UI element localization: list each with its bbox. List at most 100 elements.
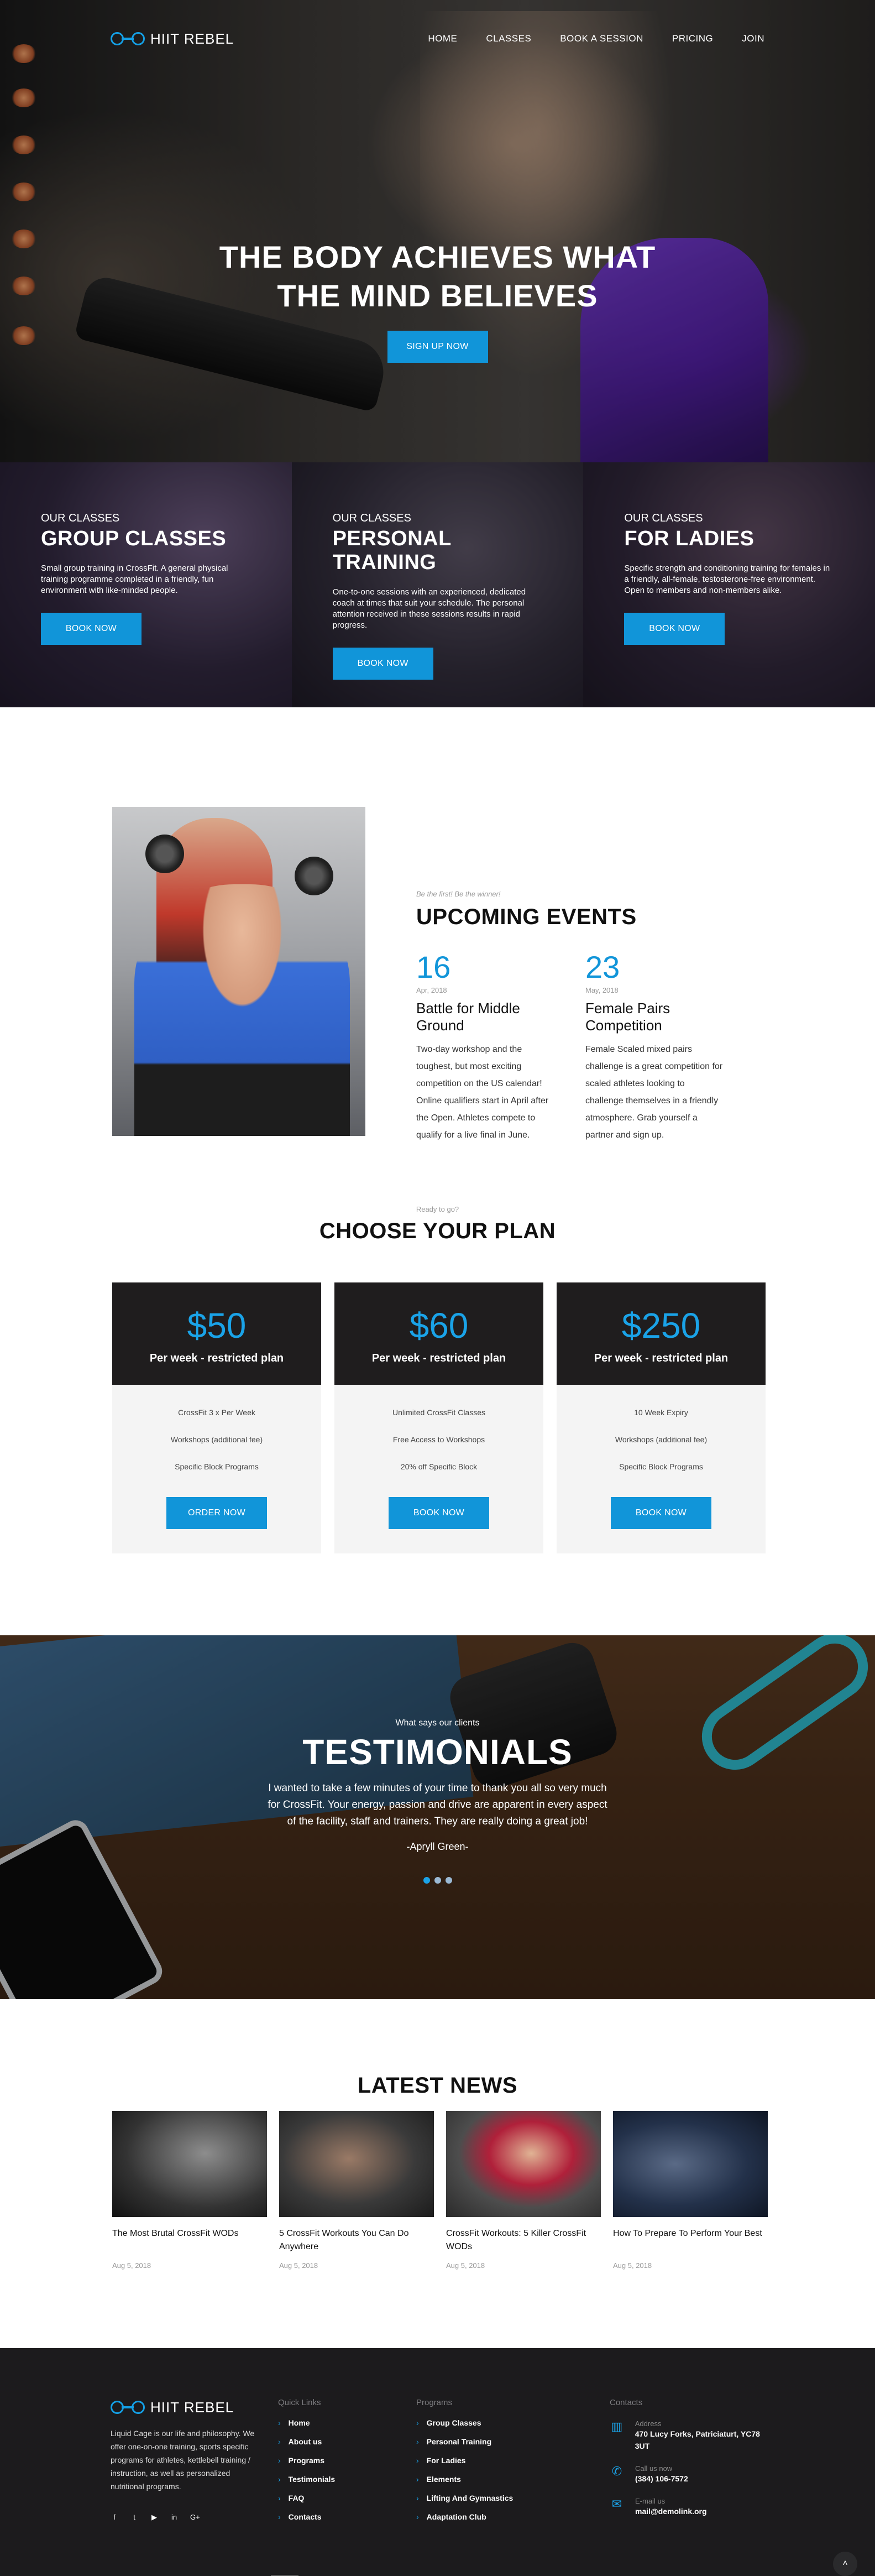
carousel-dot[interactable] xyxy=(445,1877,452,1884)
hero-title: THE BODY ACHIEVES WHAT THE MIND BELIEVES xyxy=(0,238,875,315)
book-now-button[interactable]: BOOK NOW xyxy=(389,1497,489,1529)
event-item: 16 Apr, 2018 Battle for Middle Ground Tw… xyxy=(416,952,554,1144)
back-to-top-button[interactable]: ˄ xyxy=(833,2552,857,2576)
order-now-button[interactable]: ORDER NOW xyxy=(166,1497,267,1529)
testimonials-title: TESTIMONIALS xyxy=(302,1732,573,1772)
classes-section: OUR CLASSES GROUP CLASSES Small group tr… xyxy=(0,462,875,707)
class-card-group: OUR CLASSES GROUP CLASSES Small group tr… xyxy=(0,462,292,707)
news-image[interactable] xyxy=(446,2111,601,2217)
plans-header: Ready to go? CHOOSE YOUR PLAN xyxy=(0,1205,875,1244)
footer-link[interactable]: › For Ladies xyxy=(416,2456,513,2475)
footer-link[interactable]: › Contacts xyxy=(278,2512,335,2531)
footer-link[interactable]: › FAQ xyxy=(278,2494,335,2512)
plans-title: CHOOSE YOUR PLAN xyxy=(319,1219,556,1243)
chevron-right-icon: › xyxy=(278,2475,281,2484)
news-title-link[interactable]: The Most Brutal CrossFit WODs xyxy=(112,2227,267,2254)
footer-programs: Programs › Group Classes › Personal Traini… xyxy=(416,2398,513,2531)
events-title: UPCOMING EVENTS xyxy=(416,905,637,929)
book-for-ladies-button[interactable]: BOOK NOW xyxy=(624,613,725,645)
nav-item-join[interactable]: JOIN xyxy=(742,33,764,44)
news-title-link[interactable]: How To Prepare To Perform Your Best xyxy=(613,2227,768,2254)
footer-link[interactable]: › Lifting And Gymnastics xyxy=(416,2494,513,2512)
news-title-link[interactable]: 5 CrossFit Workouts You Can Do Anywhere xyxy=(279,2227,434,2254)
brand-name: HIIT REBEL xyxy=(150,30,234,47)
brand-name: HIIT REBEL xyxy=(150,2398,234,2416)
contacts-heading: Contacts xyxy=(610,2398,643,2407)
testimonial-content: What says our clients TESTIMONIALS I wan… xyxy=(0,1718,875,1884)
plan-feature: Specific Block Programs xyxy=(619,1462,703,1471)
sign-up-button[interactable]: SIGN UP NOW xyxy=(387,331,488,363)
book-group-classes-button[interactable]: BOOK NOW xyxy=(41,613,142,645)
footer-about-text: Liquid Cage is our life and philosophy. … xyxy=(111,2429,255,2491)
class-description: One-to-one sessions with an experienced,… xyxy=(332,587,526,630)
email-link[interactable]: mail@demolink.org xyxy=(635,2505,707,2517)
contact-email: ✉ E-mail us mail@demolink.org xyxy=(610,2497,776,2517)
chevron-right-icon: › xyxy=(278,2512,281,2521)
chevron-right-icon: › xyxy=(416,2475,419,2484)
twitter-icon[interactable]: t xyxy=(130,2513,138,2522)
news-card[interactable]: The Most Brutal CrossFit WODs Aug 5, 201… xyxy=(112,2111,267,2270)
footer-link[interactable]: › Group Classes xyxy=(416,2418,513,2437)
chevron-right-icon: › xyxy=(278,2456,281,2465)
plan-features: Unlimited CrossFit Classes Free Access t… xyxy=(334,1385,543,1489)
footer-link[interactable]: › Testimonials xyxy=(278,2475,335,2494)
book-now-button[interactable]: BOOK NOW xyxy=(611,1497,711,1529)
class-description: Small group training in CrossFit. A gene… xyxy=(41,564,228,595)
news-date: Aug 5, 2018 xyxy=(112,2261,151,2270)
google-plus-icon[interactable]: G+ xyxy=(190,2513,200,2522)
plan-feature: 20% off Specific Block xyxy=(400,1462,478,1471)
footer-link[interactable]: › Home xyxy=(278,2418,335,2437)
testimonials-section: What says our clients TESTIMONIALS I wan… xyxy=(0,1635,875,1999)
linkedin-icon[interactable]: in xyxy=(170,2513,178,2522)
chevron-right-icon: › xyxy=(416,2437,419,2446)
news-image[interactable] xyxy=(279,2111,434,2217)
class-eyebrow: OUR CLASSES xyxy=(332,512,411,524)
class-card-personal: OUR CLASSES PERSONAL TRAINING One-to-one… xyxy=(291,462,584,707)
hero-content: THE BODY ACHIEVES WHAT THE MIND BELIEVES… xyxy=(0,238,875,363)
news-header: LATEST NEWS xyxy=(0,2068,875,2098)
news-image[interactable] xyxy=(112,2111,267,2217)
nav-item-pricing[interactable]: PRICING xyxy=(672,33,713,44)
chevron-up-icon: ˄ xyxy=(842,2559,848,2568)
nav-item-home[interactable]: HOME xyxy=(428,33,457,44)
carousel-dot[interactable] xyxy=(434,1877,441,1884)
nav-item-classes[interactable]: CLASSES xyxy=(486,33,531,44)
event-name[interactable]: Battle for Middle Ground xyxy=(416,1000,554,1034)
hero-section: HIIT REBEL HOME CLASSES BOOK A SESSION P… xyxy=(0,0,875,462)
contact-phone: ✆ Call us now (384) 106-7572 xyxy=(610,2464,776,2485)
news-card[interactable]: CrossFit Workouts: 5 Killer CrossFit WOD… xyxy=(446,2111,601,2270)
event-month: May, 2018 xyxy=(585,986,619,994)
news-title-link[interactable]: CrossFit Workouts: 5 Killer CrossFit WOD… xyxy=(446,2227,601,2254)
class-card-ladies: OUR CLASSES FOR LADIES Specific strength… xyxy=(583,462,875,707)
chevron-right-icon: › xyxy=(416,2494,419,2502)
news-card[interactable]: 5 CrossFit Workouts You Can Do Anywhere … xyxy=(279,2111,434,2270)
facebook-icon[interactable]: f xyxy=(111,2513,118,2522)
phone-icon: ✆ xyxy=(611,2464,622,2478)
nav-item-book-a-session[interactable]: BOOK A SESSION xyxy=(560,33,643,44)
hero-title-line-2: THE MIND BELIEVES xyxy=(277,278,598,313)
plan-card: $50 Per week - restricted plan CrossFit … xyxy=(112,1282,321,1553)
news-date: Aug 5, 2018 xyxy=(279,2261,318,2270)
footer: HIIT REBEL Liquid Cage is our life and p… xyxy=(0,2348,875,2576)
carousel-dot[interactable] xyxy=(423,1877,430,1884)
footer-link[interactable]: › Elements xyxy=(416,2475,513,2494)
plan-feature: CrossFit 3 x Per Week xyxy=(178,1408,255,1417)
brand-logo[interactable]: HIIT REBEL xyxy=(111,29,234,48)
footer-about: HIIT REBEL Liquid Cage is our life and p… xyxy=(111,2398,260,2522)
news-image[interactable] xyxy=(613,2111,768,2217)
footer-link[interactable]: › Programs xyxy=(278,2456,335,2475)
book-personal-training-button[interactable]: BOOK NOW xyxy=(332,648,433,680)
events-section: Be the first! Be the winner! UPCOMING EV… xyxy=(416,890,759,1144)
news-date: Aug 5, 2018 xyxy=(613,2261,652,2270)
footer-link[interactable]: › Personal Training xyxy=(416,2437,513,2456)
news-card[interactable]: How To Prepare To Perform Your Best Aug … xyxy=(613,2111,768,2270)
event-description: Two-day workshop and the toughest, but m… xyxy=(416,1045,549,1140)
footer-logo[interactable]: HIIT REBEL xyxy=(111,2398,260,2417)
footer-link[interactable]: › About us xyxy=(278,2437,335,2456)
plan-card: $250 Per week - restricted plan 10 Week … xyxy=(557,1282,766,1553)
testimonial-author: -Apryll Green- xyxy=(406,1841,469,1852)
footer-link[interactable]: › Adaptation Club xyxy=(416,2512,513,2531)
phone-link[interactable]: (384) 106-7572 xyxy=(635,2473,688,2485)
event-name[interactable]: Female Pairs Competition xyxy=(585,1000,724,1034)
youtube-icon[interactable]: ▶ xyxy=(150,2513,158,2522)
